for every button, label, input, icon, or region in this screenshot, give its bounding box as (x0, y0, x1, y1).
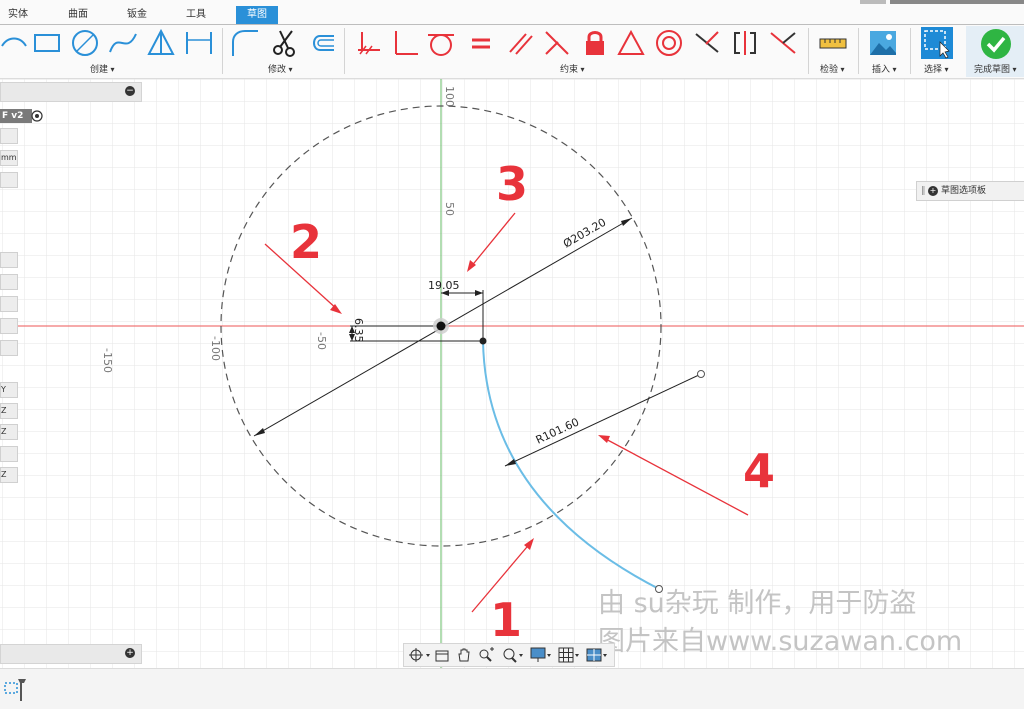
tab-solid[interactable]: 实体 (0, 6, 36, 24)
separator (910, 28, 911, 74)
x-tick-label: -50 (315, 332, 328, 350)
panel-field[interactable] (0, 274, 18, 290)
orbit-icon[interactable] (408, 647, 432, 663)
insert-group-label[interactable]: 插入 (872, 62, 897, 75)
x-tick-label: -100 (209, 336, 222, 361)
annotation-number: 3 (496, 157, 528, 211)
midpoint-constraint-icon[interactable] (692, 28, 722, 58)
offset-tool-icon[interactable] (306, 28, 336, 58)
annotation-number: 1 (490, 593, 522, 647)
parallel-constraint-icon[interactable] (506, 28, 536, 58)
window-tab-marker (890, 0, 1024, 4)
inspect-group-label[interactable]: 检验 (820, 62, 845, 75)
concentric-constraint-icon[interactable] (654, 28, 684, 58)
watermark-line: 图片来自www.suzawan.com (598, 626, 962, 657)
triangle-constraint-icon[interactable] (616, 28, 646, 58)
spline-tool-icon[interactable] (108, 28, 138, 58)
finish-checkmark-icon[interactable] (980, 28, 1012, 60)
finish-sketch-label[interactable]: 完成草图 (974, 62, 1017, 75)
sketch-palette-label: 草图选项板 (941, 186, 987, 196)
coincident-constraint-icon[interactable] (768, 28, 798, 58)
tab-surface[interactable]: 曲面 (60, 6, 96, 24)
comments-panel-header[interactable]: + (0, 644, 142, 664)
annotation-number: 4 (743, 444, 775, 498)
tab-sheet-metal[interactable]: 钣金 (119, 6, 155, 24)
radio-icon[interactable] (30, 109, 44, 123)
axis-field[interactable]: Z (0, 424, 18, 440)
watermark-line: 由 su杂玩 制作，用于防盗 (598, 588, 916, 619)
collinear-constraint-icon[interactable] (542, 28, 572, 58)
tab-tools[interactable]: 工具 (178, 6, 214, 24)
look-at-icon[interactable] (434, 647, 450, 663)
perpendicular-constraint-icon[interactable] (390, 28, 420, 58)
axis-field[interactable]: Z (0, 467, 18, 483)
select-tool-icon[interactable] (920, 26, 954, 60)
modify-group-label[interactable]: 修改 (268, 62, 293, 75)
drag-handle-icon[interactable]: ‖ (921, 182, 926, 200)
panel-field[interactable] (0, 446, 18, 462)
panel-field[interactable] (0, 128, 18, 144)
panel-field[interactable] (0, 340, 18, 356)
axis-field[interactable]: Y (0, 382, 18, 398)
x-tick-label: -150 (101, 348, 114, 373)
y-tick-label: 50 (443, 202, 456, 216)
panel-field[interactable] (0, 252, 18, 268)
y-tick-label: 100 (443, 86, 456, 107)
center-point[interactable] (436, 321, 446, 331)
viewports-icon[interactable] (586, 646, 610, 664)
symmetry-constraint-icon[interactable] (730, 28, 760, 58)
finish-sketch-area[interactable]: 完成草图 (966, 26, 1024, 77)
dimension-tool-icon[interactable] (184, 28, 214, 58)
expand-icon[interactable]: + (928, 186, 938, 196)
separator (222, 28, 223, 74)
fix-constraint-icon[interactable] (354, 28, 384, 58)
separator (344, 28, 345, 74)
arc-start-point[interactable] (479, 337, 487, 345)
unit-field[interactable]: mm (0, 150, 18, 166)
insert-image-icon[interactable] (868, 28, 898, 58)
add-icon[interactable]: + (125, 648, 135, 658)
zoom-icon[interactable] (478, 647, 496, 663)
rectangle-tool-icon[interactable] (32, 28, 62, 58)
timeline-bar (0, 668, 1024, 709)
panel-field[interactable] (0, 296, 18, 312)
fillet-tool-icon[interactable] (230, 28, 260, 58)
axis-field[interactable]: Z (0, 403, 18, 419)
separator (858, 28, 859, 74)
panel-field[interactable] (0, 318, 18, 334)
navigation-bar (403, 643, 615, 667)
display-settings-icon[interactable] (530, 646, 554, 664)
create-group-label[interactable]: 创建 (90, 62, 115, 75)
separator (808, 28, 809, 74)
ruler-icon[interactable] (818, 28, 848, 58)
annotation-number: 2 (290, 215, 322, 269)
browser-panel-header[interactable]: − (0, 82, 142, 102)
select-group-label[interactable]: 选择 (924, 62, 949, 75)
toolbar: 实体 曲面 钣金 工具 草图 创建 修改 约束 检验 插入 选择 完成草图 (0, 0, 1024, 79)
lock-icon[interactable] (580, 28, 610, 58)
fit-view-icon[interactable] (502, 647, 526, 663)
tab-divider (0, 24, 1024, 25)
constraints-group-label[interactable]: 约束 (560, 62, 585, 75)
window-tab-marker (860, 0, 886, 4)
tangent-constraint-icon[interactable] (426, 28, 456, 58)
dimension-handle[interactable] (697, 370, 705, 378)
tab-sketch[interactable]: 草图 (236, 6, 278, 24)
panel-field[interactable] (0, 172, 18, 188)
sketch-palette-collapsed[interactable]: ‖ + 草图选项板 (916, 181, 1024, 201)
sketch-timeline-icon[interactable] (4, 675, 28, 703)
circle-tool-icon[interactable] (70, 28, 100, 58)
horizontal-dimension-label[interactable]: 19.05 (428, 279, 460, 292)
arc-tool-icon[interactable] (0, 28, 30, 58)
vertical-dimension-label[interactable]: 6.35 (352, 318, 365, 343)
pan-hand-icon[interactable] (456, 647, 472, 663)
sketch-canvas[interactable]: -150 -100 -50 100 50 Ø203.20 19.05 6.35 … (0, 79, 1024, 668)
polygon-tool-icon[interactable] (146, 28, 176, 58)
sketch-name-badge[interactable]: F v2 (0, 109, 32, 123)
collapse-icon[interactable]: − (125, 86, 135, 96)
grid-settings-icon[interactable] (558, 646, 582, 664)
trim-scissors-icon[interactable] (270, 28, 300, 58)
equal-constraint-icon[interactable] (466, 28, 496, 58)
